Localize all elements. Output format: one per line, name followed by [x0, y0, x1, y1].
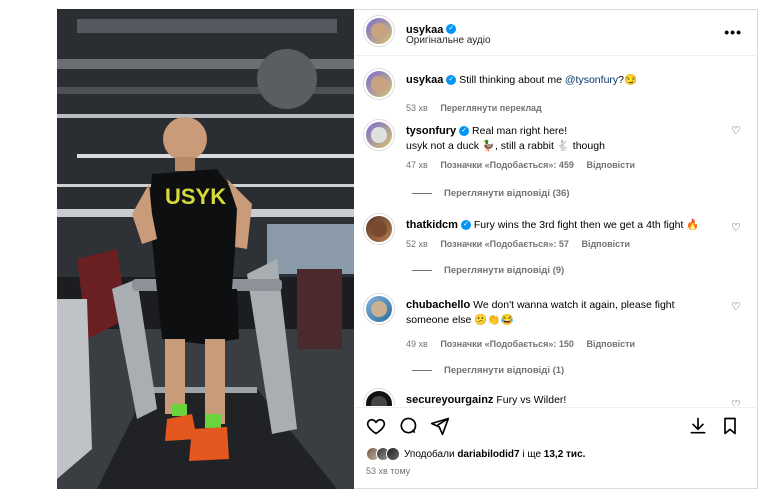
commenter-avatar[interactable]: [364, 389, 394, 406]
comment-body: Fury wins the 3rd fight then we get a 4t…: [473, 219, 700, 231]
view-replies-label[interactable]: Переглянути відповіді (36): [444, 188, 570, 199]
reply-button[interactable]: Відповісти: [586, 339, 635, 349]
heart-icon[interactable]: ♡: [731, 400, 741, 407]
video-frame: USYK: [57, 9, 354, 489]
comment-time[interactable]: 49 хв: [406, 339, 428, 349]
view-replies-label[interactable]: Переглянути відповіді (1): [444, 365, 564, 376]
shirt-text: USYK: [165, 184, 226, 209]
heart-icon[interactable]: ♡: [731, 302, 741, 313]
comment-time[interactable]: 47 хв: [406, 160, 428, 170]
comment-likes[interactable]: Позначки «Подобається»: 57: [440, 239, 569, 249]
view-replies[interactable]: Переглянути відповіді (1): [412, 365, 564, 376]
comment-text: tysonfury ✓ Real man right here! usyk not…: [406, 124, 726, 154]
caption-text: usykaa ✓ Still thinking about me @tysonfu…: [406, 73, 726, 88]
commenter-avatar[interactable]: [364, 294, 394, 324]
verified-icon: ✓: [446, 75, 457, 86]
caption-meta: 53 хв Переглянути переклад: [406, 103, 552, 113]
divider: [412, 369, 432, 371]
likes-text: Уподобали dariabilodid7 і ще 13,2 тис.: [404, 449, 585, 460]
reply-button[interactable]: Відповісти: [581, 239, 630, 249]
more-options-icon[interactable]: •••: [724, 24, 742, 40]
comment-body: Fury vs Wilder!: [496, 394, 567, 406]
caption-suffix: ?😏: [618, 74, 638, 86]
verified-icon: ✓: [460, 220, 471, 231]
comment-body: Real man right here!: [472, 125, 568, 137]
commenter-avatar[interactable]: [364, 120, 394, 150]
post-sidebar: usykaa ✓ Оригінальне аудіо ••• usykaa ✓ St…: [354, 9, 758, 489]
comment-text: chubachello We don't wanna watch it agai…: [406, 298, 726, 328]
comment-meta: 49 хв Позначки «Подобається»: 150 Відпов…: [406, 339, 645, 349]
commenter-username[interactable]: tysonfury: [406, 125, 456, 137]
commenter-username[interactable]: thatkidcm: [406, 219, 458, 231]
likes-count[interactable]: 13,2 тис.: [544, 449, 586, 460]
audio-label[interactable]: Оригінальне аудіо: [406, 35, 491, 46]
verified-icon: ✓: [446, 23, 457, 34]
divider: [412, 192, 432, 194]
liker-avatar: [386, 447, 400, 461]
comment-text: thatkidcm ✓ Fury wins the 3rd fight then …: [406, 218, 726, 233]
comment-body-line2: usyk not a duck 🦆, still a rabbit 🐇 thou…: [406, 140, 605, 152]
view-replies[interactable]: Переглянути відповіді (36): [412, 188, 570, 199]
comment-likes[interactable]: Позначки «Подобається»: 459: [440, 160, 574, 170]
liker-username[interactable]: dariabilodid7: [457, 449, 519, 460]
likes-prefix: Уподобали: [404, 448, 458, 460]
comment-likes[interactable]: Позначки «Подобається»: 150: [440, 339, 574, 349]
caption-time[interactable]: 53 хв: [406, 103, 428, 113]
heart-icon[interactable]: [366, 416, 386, 436]
action-bar: [354, 407, 758, 439]
likes-summary[interactable]: Уподобали dariabilodid7 і ще 13,2 тис.: [366, 447, 585, 461]
comment-icon[interactable]: [398, 416, 418, 436]
comment-meta: 52 хв Позначки «Подобається»: 57 Відпові…: [406, 239, 640, 249]
caption-avatar[interactable]: [364, 69, 394, 99]
post-timestamp: 53 хв тому: [366, 466, 411, 476]
author-avatar[interactable]: [364, 16, 394, 46]
commenter-username[interactable]: chubachello: [406, 299, 470, 311]
reply-button[interactable]: Відповісти: [586, 160, 635, 170]
bookmark-icon[interactable]: [720, 416, 740, 436]
comment-body-line2: someone else 😕👏😂: [406, 314, 514, 326]
view-replies-label[interactable]: Переглянути відповіді (9): [444, 265, 564, 276]
caption-username[interactable]: usykaa: [406, 74, 443, 86]
commenter-username[interactable]: secureyourgainz: [406, 394, 493, 406]
comment-time[interactable]: 52 хв: [406, 239, 428, 249]
view-replies[interactable]: Переглянути відповіді (9): [412, 265, 564, 276]
likes-middle: і ще: [519, 448, 544, 460]
comments-list[interactable]: usykaa ✓ Still thinking about me @tysonfu…: [354, 57, 758, 406]
send-icon[interactable]: [430, 416, 450, 436]
comment-meta: 47 хв Позначки «Подобається»: 459 Відпов…: [406, 160, 645, 170]
mention-link[interactable]: @tysonfury: [565, 74, 618, 86]
heart-icon[interactable]: ♡: [731, 126, 741, 137]
translate-link[interactable]: Переглянути переклад: [440, 103, 541, 113]
divider: [412, 269, 432, 271]
caption-body: Still thinking about me: [459, 74, 565, 86]
comment-body: We don't wanna watch it again, please fi…: [473, 299, 675, 311]
download-icon[interactable]: [688, 416, 708, 436]
post-header: usykaa ✓ Оригінальне аудіо •••: [354, 10, 758, 56]
commenter-avatar[interactable]: [364, 214, 394, 244]
comment-text: secureyourgainz Fury vs Wilder!: [406, 393, 726, 406]
heart-icon[interactable]: ♡: [731, 223, 741, 234]
verified-icon: ✓: [459, 126, 470, 137]
post-video[interactable]: USYK: [57, 9, 354, 489]
